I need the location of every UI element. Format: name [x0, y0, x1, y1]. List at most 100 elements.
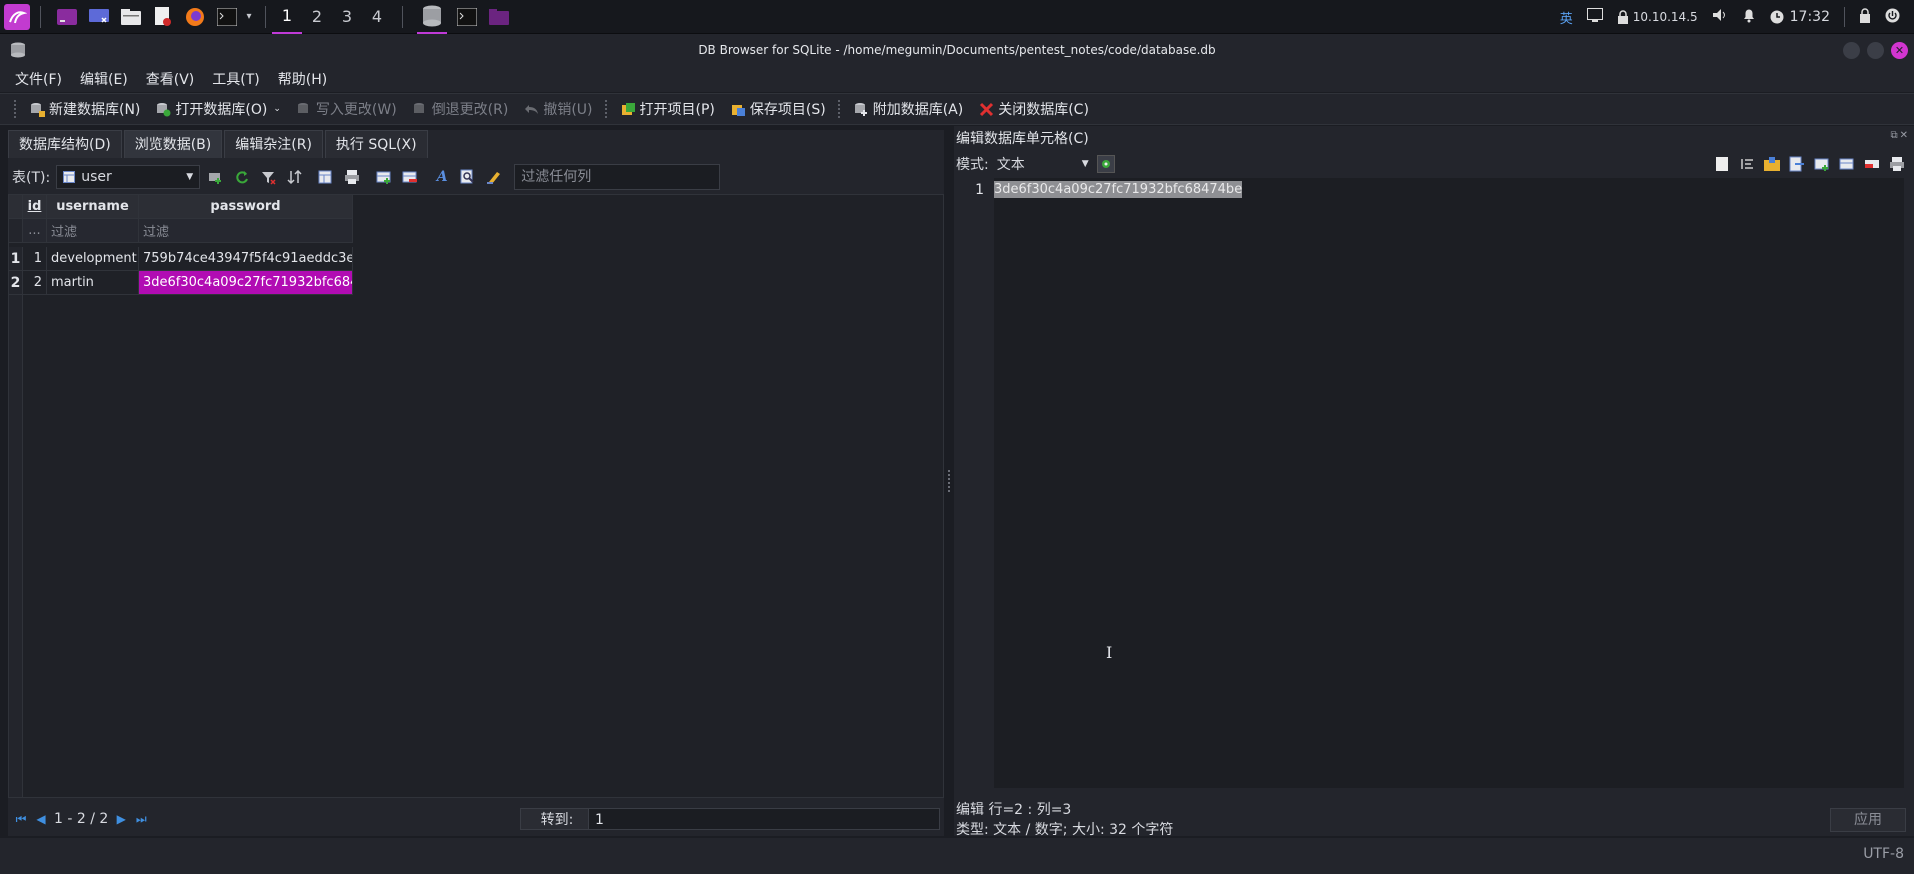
terminal-launcher-icon[interactable]	[55, 5, 79, 29]
menu-view[interactable]: 查看(V)	[137, 69, 204, 89]
print-cell-icon[interactable]	[1887, 154, 1906, 173]
italic-format-icon[interactable]: A	[432, 167, 452, 187]
tab-execute-sql[interactable]: 执行 SQL(X)	[324, 130, 428, 158]
workspace-1[interactable]: 1	[272, 0, 302, 34]
insert-record-icon[interactable]	[374, 167, 394, 187]
column-header-password[interactable]: password	[139, 195, 353, 219]
clock-indicator[interactable]: 17:32	[1770, 9, 1830, 25]
filter-password-input[interactable]: 过滤	[139, 219, 353, 243]
cell-password-selected[interactable]: 3de6f30c4a09c27fc71932bfc68474be	[139, 271, 353, 295]
kali-menu-icon[interactable]	[4, 3, 30, 30]
display-icon[interactable]	[1586, 8, 1603, 26]
undo-button[interactable]: 撤销(U)	[516, 99, 600, 119]
set-null-icon[interactable]	[1812, 154, 1831, 173]
firefox-icon[interactable]	[183, 5, 207, 29]
tab-browse-data[interactable]: 浏览数据(B)	[123, 130, 223, 158]
find-icon[interactable]	[458, 167, 478, 187]
row-number[interactable]: 2	[9, 271, 23, 295]
goto-button[interactable]: 转到:	[520, 808, 594, 830]
cell-username[interactable]: martin	[47, 271, 139, 295]
table-row[interactable]: 2 2 martin 3de6f30c4a09c27fc71932bfc6847…	[9, 271, 353, 295]
copy-table-icon[interactable]	[316, 167, 336, 187]
filter-username-input[interactable]: 过滤	[47, 219, 139, 243]
file-manager-icon[interactable]	[119, 5, 143, 29]
first-page-icon[interactable]: ⏮	[14, 812, 28, 827]
toolbar-grip[interactable]	[604, 100, 609, 118]
column-header-id[interactable]: id	[23, 195, 47, 219]
reload-icon[interactable]	[232, 167, 252, 187]
highlight-icon[interactable]	[484, 167, 504, 187]
cell-username[interactable]: development	[47, 247, 139, 271]
workspace-2[interactable]: 2	[302, 0, 332, 34]
open-project-button[interactable]: 打开项目(P)	[613, 99, 723, 119]
pane-splitter-handle[interactable]	[948, 470, 952, 492]
chevron-down-icon[interactable]: ▾	[243, 5, 255, 29]
toolbar-grip[interactable]	[14, 100, 18, 118]
toolbar-grip[interactable]	[837, 100, 842, 118]
taskbar-dbbrowser-icon[interactable]	[417, 0, 447, 34]
terminal-icon[interactable]	[215, 5, 239, 29]
close-window-button[interactable]: ✕	[1891, 42, 1908, 59]
apply-to-cell-icon[interactable]	[1837, 154, 1856, 173]
print-icon[interactable]	[342, 167, 362, 187]
workspace-4[interactable]: 4	[362, 0, 392, 34]
lock-screen-icon[interactable]	[1859, 7, 1871, 27]
cell-password[interactable]: 759b74ce43947f5f4c91aeddc3e5bad3	[139, 247, 353, 271]
revert-changes-button[interactable]: 倒退更改(R)	[405, 99, 517, 119]
refresh-table-icon[interactable]	[206, 167, 226, 187]
menu-file[interactable]: 文件(F)	[6, 69, 71, 89]
workspace-3[interactable]: 3	[332, 0, 362, 34]
next-page-icon[interactable]: ▶	[114, 812, 128, 826]
cell-id[interactable]: 1	[23, 247, 47, 271]
tab-database-structure[interactable]: 数据库结构(D)	[8, 130, 122, 158]
power-icon[interactable]	[1885, 8, 1900, 27]
menu-edit[interactable]: 编辑(E)	[71, 69, 137, 89]
taskbar-terminal-icon[interactable]	[455, 5, 479, 29]
new-database-button[interactable]: 新建数据库(N)	[22, 99, 148, 119]
taskbar-folder-icon[interactable]	[487, 5, 511, 29]
previous-page-icon[interactable]: ◀	[34, 812, 48, 826]
goto-row-input[interactable]: 1	[588, 808, 940, 830]
erase-icon[interactable]	[1862, 154, 1881, 173]
dock-float-close-icons[interactable]: ⧉✕	[1890, 130, 1910, 141]
text-editor-icon[interactable]	[151, 5, 175, 29]
export-file-icon[interactable]	[1787, 154, 1806, 173]
clear-filters-icon[interactable]	[258, 167, 278, 187]
maximize-button[interactable]	[1867, 42, 1884, 59]
indent-icon[interactable]	[1737, 154, 1756, 173]
volume-icon[interactable]	[1712, 8, 1728, 26]
open-database-button[interactable]: 打开数据库(O) ⌄	[148, 99, 289, 119]
save-project-button[interactable]: 保存项目(S)	[723, 99, 834, 119]
filter-id-input[interactable]: ...	[23, 219, 47, 243]
menu-help[interactable]: 帮助(H)	[269, 69, 336, 89]
auto-switch-mode-icon[interactable]	[1096, 155, 1115, 173]
last-page-icon[interactable]: ⏭	[134, 812, 148, 827]
apply-button[interactable]: 应用	[1830, 808, 1906, 832]
import-file-icon[interactable]	[1762, 154, 1781, 173]
filter-any-column-input[interactable]: 过滤任何列	[514, 164, 721, 190]
chevron-down-icon[interactable]: ⌄	[273, 104, 281, 114]
notification-bell-icon[interactable]	[1742, 8, 1756, 27]
minimize-button[interactable]	[1843, 42, 1860, 59]
table-row[interactable]: 1 1 development 759b74ce43947f5f4c91aedd…	[9, 247, 353, 271]
cell-editor-content[interactable]: 3de6f30c4a09c27fc71932bfc68474be	[994, 181, 1243, 198]
row-number[interactable]: 1	[9, 247, 23, 271]
write-changes-button[interactable]: 写入更改(W)	[289, 99, 405, 119]
tab-edit-pragmas[interactable]: 编辑杂注(R)	[224, 130, 323, 158]
input-method-indicator[interactable]: 英	[1560, 8, 1573, 27]
sort-icon[interactable]	[284, 167, 304, 187]
delete-record-icon[interactable]	[400, 167, 420, 187]
attach-database-button[interactable]: 附加数据库(A)	[846, 99, 972, 119]
word-wrap-icon[interactable]	[1712, 154, 1731, 173]
corner-cell[interactable]	[9, 195, 23, 219]
vpn-indicator[interactable]: 10.10.14.5	[1617, 10, 1698, 24]
desktop-icon[interactable]	[87, 5, 111, 29]
cell-text-editor[interactable]: 1 3de6f30c4a09c27fc71932bfc68474be I	[958, 178, 1904, 788]
table-select[interactable]: user ▼	[56, 165, 201, 189]
close-database-button[interactable]: 关闭数据库(C)	[971, 99, 1097, 119]
mode-select[interactable]: 文本 ▼	[992, 153, 1093, 175]
column-header-username[interactable]: username	[47, 195, 139, 219]
window-titlebar[interactable]: DB Browser for SQLite - /home/megumin/Do…	[0, 34, 1914, 66]
cell-id[interactable]: 2	[23, 271, 47, 295]
data-grid[interactable]: id username password ... 过滤 过滤 1 1 devel…	[8, 194, 944, 798]
